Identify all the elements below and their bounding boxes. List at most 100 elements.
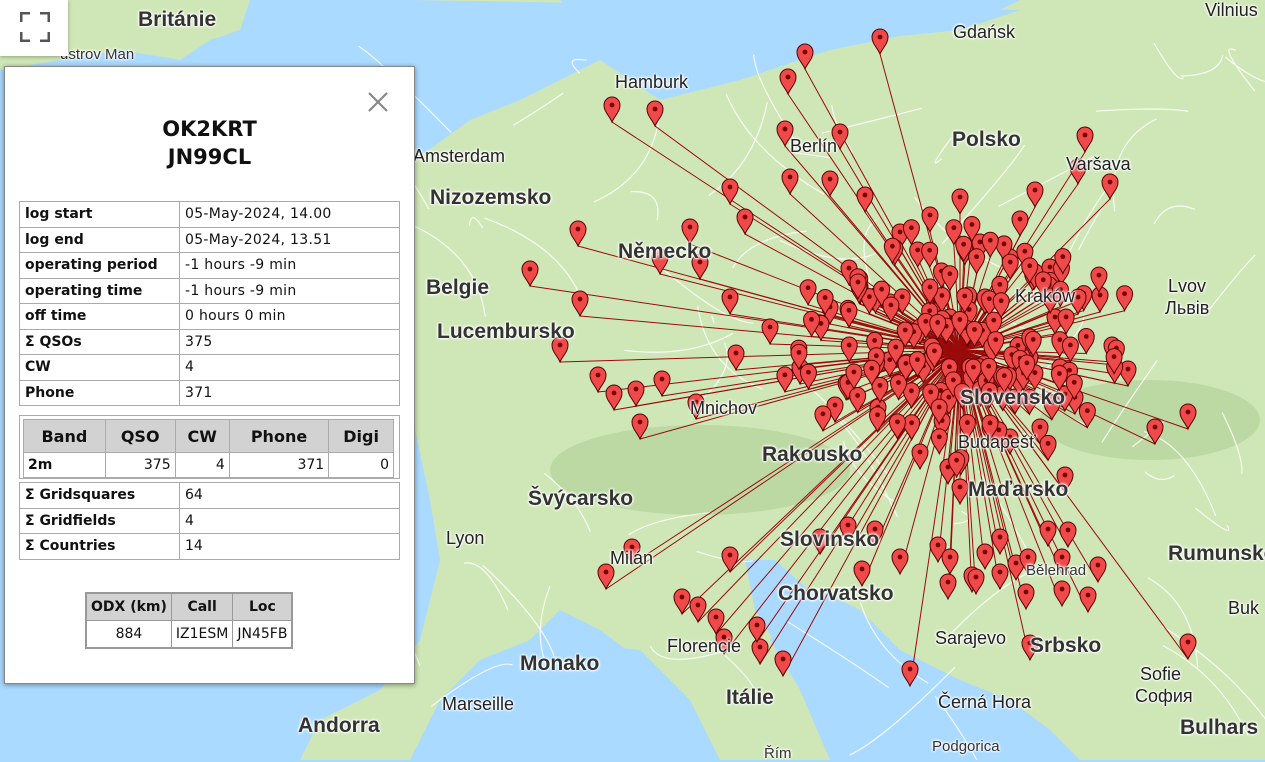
marker-dot [946, 580, 951, 585]
column-header: Band [24, 420, 106, 453]
map-label: Řím [764, 745, 792, 762]
marker-dot [997, 282, 1002, 287]
stat-value: 371 [180, 380, 400, 406]
marker-dot [1002, 241, 1007, 246]
marker-dot [928, 213, 933, 218]
map-label: Львів [1165, 298, 1209, 319]
column-header: QSO [105, 420, 175, 453]
stat-label: Σ Countries [20, 534, 180, 560]
marker-dot [971, 365, 976, 370]
marker-dot [806, 370, 811, 375]
map-label: Lucembursko [437, 320, 575, 344]
stat-value: -1 hours -9 min [180, 253, 400, 279]
table-row: off time0 hours 0 min [20, 304, 400, 330]
marker-dot [974, 575, 979, 580]
marker-dot [1033, 370, 1038, 375]
stat-value: 4 [180, 355, 400, 381]
marker-dot [1083, 133, 1088, 138]
table-cell: 375 [105, 453, 175, 478]
marker-dot [863, 193, 868, 198]
marker-dot [958, 195, 963, 200]
stat-label: Σ Gridsquares [20, 483, 180, 509]
marker-dot [1016, 343, 1021, 348]
stat-value: 05-May-2024, 14.00 [180, 202, 400, 228]
marker-dot [983, 550, 988, 555]
table-cell: 2m [24, 453, 106, 478]
marker-dot [638, 420, 643, 425]
marker-dot [1002, 373, 1007, 378]
marker-dot [833, 403, 838, 408]
marker-dot [988, 421, 993, 426]
marker-dot [928, 390, 933, 395]
map-label: Podgorica [932, 738, 1000, 755]
map-label: Varšava [1066, 154, 1131, 175]
stat-label: log start [20, 202, 180, 228]
marker-dot [1057, 337, 1062, 342]
callsign-title: OK2KRT [5, 117, 414, 141]
close-icon[interactable] [363, 87, 393, 117]
marker-dot [856, 280, 861, 285]
marker-dot [1153, 425, 1158, 430]
marker-dot [915, 357, 920, 362]
marker-dot [986, 364, 991, 369]
marker-dot [900, 294, 905, 299]
marker-dot [1046, 527, 1051, 532]
marker-dot [855, 393, 860, 398]
marker-dot [978, 240, 983, 245]
marker-dot [998, 570, 1003, 575]
stat-value: 4 [180, 508, 400, 534]
marker-dot [783, 372, 788, 377]
marker-dot [1018, 217, 1023, 222]
marker-dot [743, 215, 748, 220]
marker-dot [696, 603, 701, 608]
map-label: ustrov Man [60, 46, 134, 63]
stat-label: off time [20, 304, 180, 330]
marker-dot [1008, 260, 1013, 265]
fullscreen-button[interactable] [0, 0, 68, 56]
marker-dot [781, 657, 786, 662]
marker-dot [823, 295, 828, 300]
marker-dot [578, 297, 583, 302]
marker-dot [1072, 380, 1077, 385]
marker-dot [734, 351, 739, 356]
table-row: Σ QSOs375 [20, 329, 400, 355]
marker-dot [970, 222, 975, 227]
marker-dot [947, 271, 952, 276]
grid-stats-table: Σ Gridsquares64Σ Gridfields4Σ Countries1… [19, 482, 400, 560]
marker-dot [889, 303, 894, 308]
marker-dot [875, 412, 880, 417]
map-label: Buk [1228, 598, 1259, 619]
stat-value: 14 [180, 534, 400, 560]
map-label: Marseille [442, 694, 514, 715]
map-label: Nizozemsko [430, 186, 551, 210]
table-cell: 4 [175, 453, 229, 478]
map-label: Gdańsk [953, 22, 1015, 43]
marker-dot [987, 296, 992, 301]
fullscreen-icon [20, 12, 50, 42]
marker-dot [1122, 291, 1127, 296]
marker-dot [972, 327, 977, 332]
marker-dot [918, 450, 923, 455]
marker-dot [993, 337, 998, 342]
stat-label: Phone [20, 380, 180, 406]
column-header: ODX (km) [86, 593, 171, 621]
marker-dot [604, 570, 609, 575]
map-label: Británie [138, 8, 216, 32]
marker-dot [1098, 293, 1103, 298]
marker-dot [1108, 180, 1113, 185]
map-label: Milán [610, 548, 653, 569]
marker-dot [1064, 315, 1069, 320]
stat-label: operating time [20, 278, 180, 304]
marker-dot [1024, 590, 1029, 595]
stat-value: 0 hours 0 min [180, 304, 400, 330]
marker-dot [951, 225, 956, 230]
map-label: Mnichov [690, 398, 757, 419]
marker-dot [809, 317, 814, 322]
marker-dot [869, 366, 874, 371]
marker-dot [927, 308, 932, 313]
marker-dot [895, 419, 900, 424]
stat-value: 05-May-2024, 13.51 [180, 227, 400, 253]
marker-dot [940, 293, 945, 298]
table-row: 2m37543710 [24, 453, 394, 478]
marker-dot [936, 543, 941, 548]
